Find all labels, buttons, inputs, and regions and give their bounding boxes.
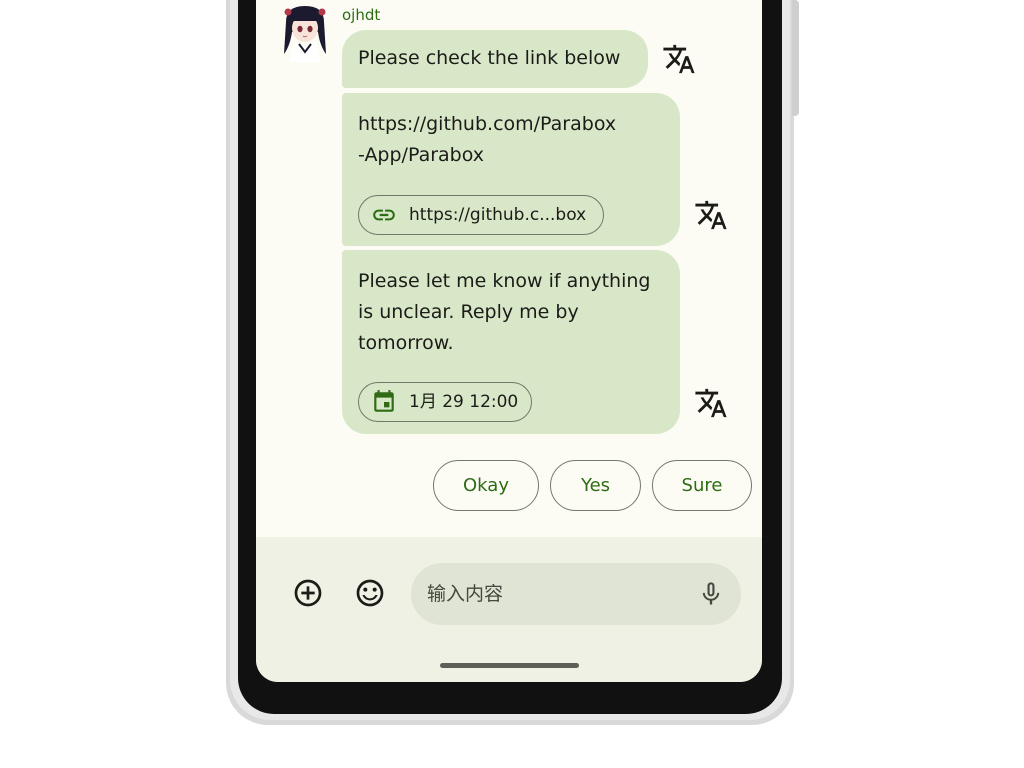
smart-reply-chip[interactable]: Sure <box>652 460 752 511</box>
date-chip[interactable]: 1月 29 12:00 <box>358 382 532 422</box>
link-chip[interactable]: https://github.c...box <box>358 195 604 235</box>
translate-icon[interactable] <box>662 42 696 76</box>
message-text: Please check the link below <box>358 47 621 69</box>
mic-icon[interactable] <box>697 580 725 608</box>
message-bubble[interactable]: Please check the link below <box>342 30 648 88</box>
message-input[interactable] <box>427 583 677 605</box>
avatar[interactable] <box>280 2 330 62</box>
screen: ojhdt Please check the link below https:… <box>256 0 762 682</box>
smart-reply-chip[interactable]: Okay <box>433 460 539 511</box>
message-text-line: tomorrow. <box>358 332 454 354</box>
message-text-line: is unclear. Reply me by <box>358 301 579 323</box>
link-icon <box>373 209 395 221</box>
message-input-container[interactable] <box>411 563 741 625</box>
home-indicator[interactable] <box>440 663 579 668</box>
phone-side-button <box>792 0 799 116</box>
date-chip-label: 1月 29 12:00 <box>409 391 519 412</box>
message-text-line: -App/Parabox <box>358 144 485 166</box>
message-bubble[interactable]: Please let me know if anything is unclea… <box>342 250 680 434</box>
message-text-line: Please let me know if anything <box>358 270 651 292</box>
sender-name: ojhdt <box>342 6 381 24</box>
add-circle-icon[interactable] <box>292 577 324 609</box>
link-chip-label: https://github.c...box <box>409 204 587 225</box>
message-bubble[interactable]: https://github.com/Parabox -App/Parabox … <box>342 93 680 246</box>
calendar-icon <box>374 390 394 412</box>
smart-reply-chip[interactable]: Yes <box>550 460 641 511</box>
translate-icon[interactable] <box>694 198 728 232</box>
composer-bar <box>256 537 762 682</box>
emoji-icon[interactable] <box>354 577 386 609</box>
message-text-line: https://github.com/Parabox <box>358 113 617 135</box>
translate-icon[interactable] <box>694 386 728 420</box>
